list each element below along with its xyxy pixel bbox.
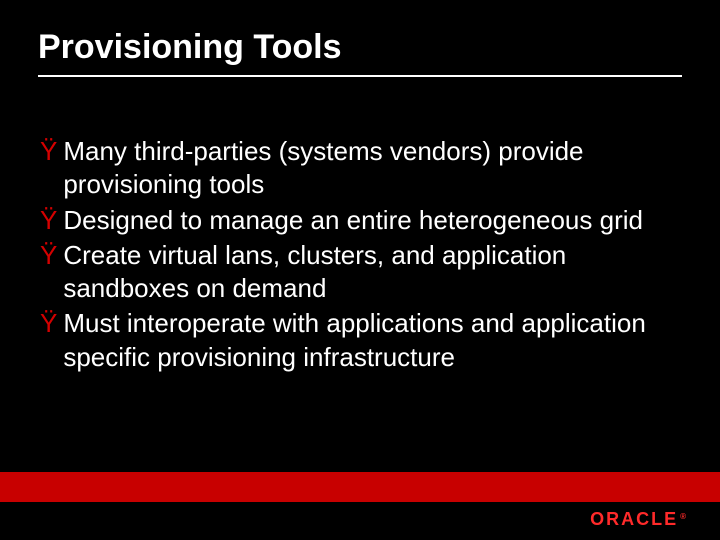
bullet-text: Many third-parties (systems vendors) pro… — [63, 135, 682, 202]
brand-logo: ORACLE ® — [590, 509, 686, 530]
bullet-marker-icon: Ÿ — [40, 239, 57, 272]
bullet-marker-icon: Ÿ — [40, 307, 57, 340]
bullet-marker-icon: Ÿ — [40, 135, 57, 168]
slide: Provisioning Tools Ÿ Many third-parties … — [0, 0, 720, 540]
list-item: Ÿ Create virtual lans, clusters, and app… — [40, 239, 682, 306]
registered-mark-icon: ® — [680, 512, 686, 521]
bullet-text: Must interoperate with applications and … — [63, 307, 682, 374]
title-rule — [38, 75, 682, 77]
list-item: Ÿ Must interoperate with applications an… — [40, 307, 682, 374]
list-item: Ÿ Many third-parties (systems vendors) p… — [40, 135, 682, 202]
bullet-text: Create virtual lans, clusters, and appli… — [63, 239, 682, 306]
bullet-text: Designed to manage an entire heterogeneo… — [63, 204, 682, 237]
brand-text: ORACLE — [590, 509, 678, 530]
list-item: Ÿ Designed to manage an entire heterogen… — [40, 204, 682, 237]
bullet-marker-icon: Ÿ — [40, 204, 57, 237]
footer-accent-bar — [0, 472, 720, 502]
slide-title: Provisioning Tools — [38, 28, 682, 67]
bullet-list: Ÿ Many third-parties (systems vendors) p… — [38, 135, 682, 374]
